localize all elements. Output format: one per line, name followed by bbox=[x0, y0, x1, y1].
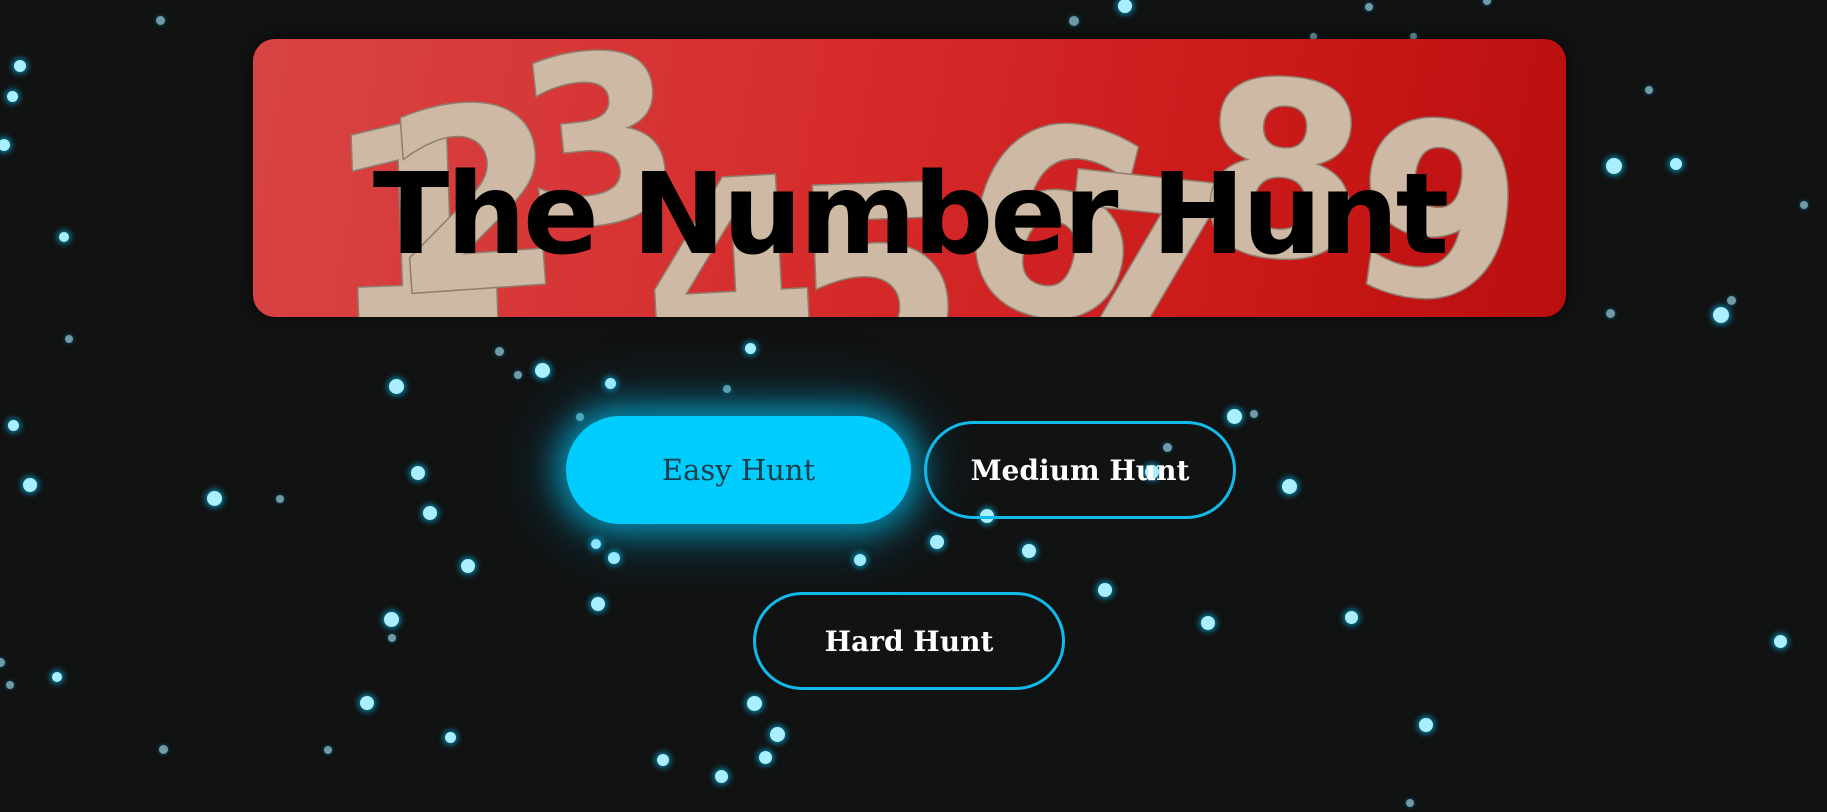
particle-dot bbox=[1281, 478, 1297, 494]
particle-dot bbox=[324, 746, 332, 754]
page: 1 2 3 4 5 6 7 8 9 The Number Hunt Easy H… bbox=[0, 0, 1827, 812]
particle-dot bbox=[723, 385, 731, 393]
particle-dot bbox=[65, 335, 73, 343]
particle-dot bbox=[388, 378, 404, 394]
particle-dot bbox=[6, 681, 14, 689]
particle-dot bbox=[1365, 3, 1373, 11]
particle-dot bbox=[769, 726, 785, 742]
particle-dot bbox=[1201, 616, 1215, 630]
particle-dot bbox=[1226, 408, 1242, 424]
particle-dot bbox=[494, 346, 504, 356]
particle-dot bbox=[0, 139, 10, 151]
particle-dot bbox=[23, 478, 37, 492]
particle-dot bbox=[604, 377, 616, 389]
particle-dot bbox=[383, 611, 399, 627]
medium-hunt-button[interactable]: Medium Hunt bbox=[924, 421, 1236, 519]
particle-dot bbox=[158, 744, 168, 754]
particle-dot bbox=[1118, 0, 1132, 13]
particle-dot bbox=[758, 750, 772, 764]
particle-dot bbox=[423, 506, 437, 520]
page-title: The Number Hunt bbox=[372, 150, 1449, 280]
particle-dot bbox=[576, 413, 584, 421]
particle-dot bbox=[1069, 16, 1079, 26]
particle-dot bbox=[591, 539, 601, 549]
particle-dot bbox=[854, 554, 866, 566]
particle-dot bbox=[1713, 307, 1729, 323]
particle-dot bbox=[1606, 158, 1622, 174]
particle-dot bbox=[514, 371, 522, 379]
particle-dot bbox=[1645, 86, 1653, 94]
particle-dot bbox=[59, 232, 69, 242]
particle-dot bbox=[744, 342, 756, 354]
particle-dot bbox=[360, 696, 374, 710]
particle-dot bbox=[1250, 410, 1258, 418]
particle-dot bbox=[7, 419, 19, 431]
particle-dot bbox=[1406, 799, 1414, 807]
particle-dot bbox=[444, 731, 456, 743]
particle-dot bbox=[276, 495, 284, 503]
easy-hunt-button[interactable]: Easy Hunt bbox=[566, 416, 911, 524]
particle-dot bbox=[1670, 158, 1682, 170]
particle-dot bbox=[206, 490, 222, 506]
particle-dot bbox=[0, 657, 5, 667]
particle-dot bbox=[1800, 201, 1808, 209]
particle-dot bbox=[1344, 610, 1358, 624]
particle-dot bbox=[1773, 634, 1787, 648]
title-banner: 1 2 3 4 5 6 7 8 9 The Number Hunt bbox=[253, 39, 1566, 317]
hard-hunt-button[interactable]: Hard Hunt bbox=[753, 592, 1065, 690]
particle-dot bbox=[714, 769, 728, 783]
particle-dot bbox=[591, 597, 605, 611]
particle-dot bbox=[534, 362, 550, 378]
particle-dot bbox=[746, 695, 762, 711]
particle-dot bbox=[608, 552, 620, 564]
particle-dot bbox=[411, 466, 425, 480]
particle-dot bbox=[930, 535, 944, 549]
particle-dot bbox=[388, 634, 396, 642]
particle-dot bbox=[657, 754, 669, 766]
particle-dot bbox=[155, 15, 165, 25]
particle-dot bbox=[1419, 718, 1433, 732]
particle-dot bbox=[1483, 0, 1491, 5]
particle-dot bbox=[1098, 583, 1112, 597]
particle-dot bbox=[6, 90, 18, 102]
particle-dot bbox=[461, 559, 475, 573]
particle-dot bbox=[1726, 295, 1736, 305]
particle-dot bbox=[1605, 308, 1615, 318]
particle-dot bbox=[1022, 544, 1036, 558]
particle-dot bbox=[52, 672, 62, 682]
particle-dot bbox=[14, 60, 26, 72]
